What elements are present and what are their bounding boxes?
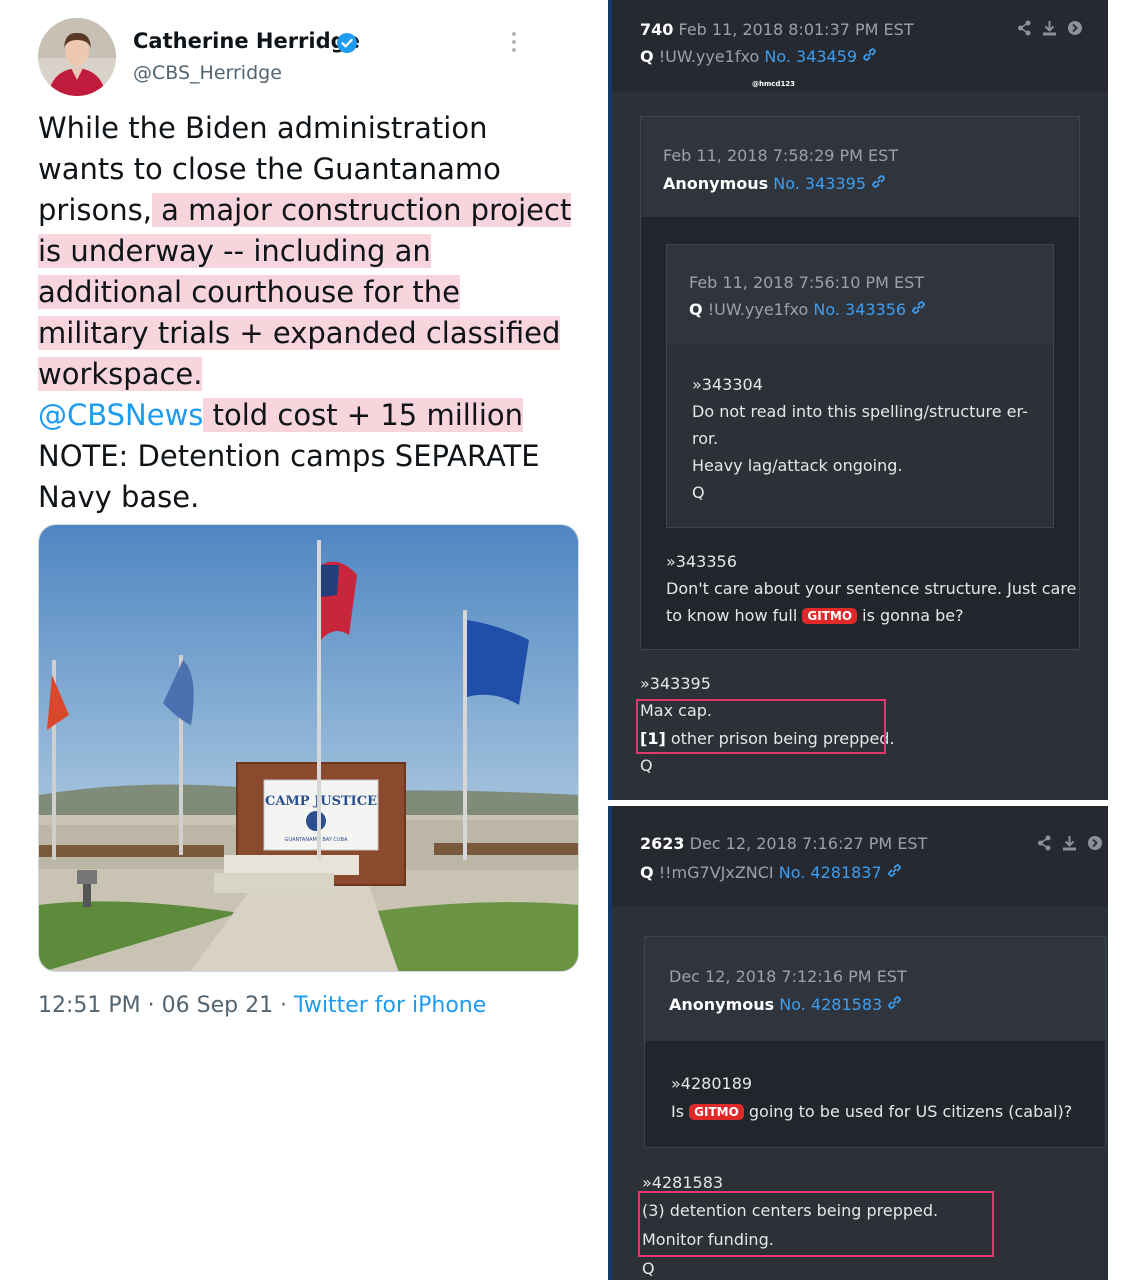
link-icon[interactable] [862,47,877,62]
download-icon[interactable] [1062,835,1077,851]
verified-badge-icon [337,33,357,53]
quoted-number-link[interactable]: No. 4281583 [779,995,882,1014]
post-author: Q [640,47,654,66]
link-icon[interactable] [911,300,926,315]
photo-scene: CAMP JUSTICE GUANTANAMO BAY CUBA [39,525,578,971]
post-tripcode: !!mG7VJxZNCI [658,863,774,882]
quoted-post-343395: Feb 11, 2018 7:58:29 PM EST Anonymous No… [640,116,1080,650]
goto-icon[interactable] [1087,835,1103,851]
share-icon[interactable] [1037,835,1052,851]
post-tripcode: !UW.yye1fxo [658,47,760,66]
tweet-meta: 12:51 PM · 06 Sep 21 · Twitter for iPhon… [38,993,486,1018]
highlighted-text-2: told cost + 15 million [203,398,524,432]
post-line: ror. [692,429,719,448]
post-header [612,806,1108,906]
quoted-date: Dec 12, 2018 7:12:16 PM EST [669,967,907,986]
quoted-number-link[interactable]: No. 343395 [773,174,866,193]
quoted-tripcode-2: !UW.yye1fxo [707,300,809,319]
post-line-part: is gonna be? [857,606,964,625]
tweet-text: While the Biden administration wants to … [38,108,578,518]
post-date: Dec 12, 2018 7:16:27 PM EST [689,834,928,853]
post-line: to know how full GITMO is gonna be? [666,606,964,625]
gitmo-tag: GITMO [802,608,858,624]
tweet-timestamp[interactable]: 12:51 PM · 06 Sep 21 · [38,993,294,1018]
post-number-link[interactable]: No. 4281837 [779,863,882,882]
gitmo-tag: GITMO [689,1104,744,1120]
download-icon[interactable] [1042,20,1057,36]
post-actions [1012,20,1083,40]
quote-ref[interactable]: »4281583 [642,1173,723,1192]
post-line-part: to know how full [666,606,803,625]
post-signature: Q [640,756,653,775]
quoted-author: Anonymous [669,995,775,1014]
post-author: Q [640,863,654,882]
quoted-author: Anonymous [663,174,769,193]
post-number: 740 [640,20,674,39]
mention-link[interactable]: @CBSNews [38,398,203,432]
quoted-post-343356: Feb 11, 2018 7:56:10 PM EST Q !UW.yye1fx… [666,244,1054,528]
post-date: Feb 11, 2018 8:01:37 PM EST [678,20,914,39]
quoted-date: Feb 11, 2018 7:58:29 PM EST [663,146,899,165]
link-icon[interactable] [887,863,902,878]
post-line: Heavy lag/attack ongoing. [692,456,903,475]
highlight-box [636,699,886,754]
quoted-number-link-2[interactable]: No. 343356 [813,300,906,319]
post-line: Do not read into this spelling/structure… [692,402,1028,421]
goto-icon[interactable] [1067,20,1083,36]
post-line-part: going to be used for US citizens (cabal)… [743,1102,1073,1121]
share-icon[interactable] [1017,20,1032,36]
quote-ref[interactable]: »343304 [692,375,763,394]
photo-sign-title: CAMP JUSTICE [265,794,377,809]
post-number: 2623 [640,834,685,853]
more-options-icon[interactable] [506,28,522,56]
watermark: @hmcd123 [752,80,796,88]
author-avatar[interactable] [38,18,116,96]
q-post-740: 740 Feb 11, 2018 8:01:37 PM EST Q !UW.yy… [608,0,1108,800]
quote-ref[interactable]: »343395 [640,674,711,693]
quoted-date-2: Feb 11, 2018 7:56:10 PM EST [689,273,925,292]
author-name[interactable]: Catherine Herridge [133,29,360,53]
q-post-2623: 2623 Dec 12, 2018 7:16:27 PM EST Q !!mG7… [608,806,1108,1280]
post-signature: Q [642,1259,655,1278]
link-icon[interactable] [871,174,886,189]
tweet-photo[interactable]: CAMP JUSTICE GUANTANAMO BAY CUBA [38,524,579,972]
author-handle[interactable]: @CBS_Herridge [133,62,282,84]
post-line: Don't care about your sentence structure… [666,579,1077,598]
post-actions [1032,835,1103,855]
post-line: Is GITMO going to be used for US citizen… [671,1102,1072,1121]
tweet-text-note: NOTE: Detention camps SEPARATE Navy base… [38,439,540,514]
quote-ref[interactable]: »343356 [666,552,737,571]
post-header [612,0,1108,92]
post-number-link[interactable]: No. 343459 [764,47,857,66]
quoted-post-4281583: Dec 12, 2018 7:12:16 PM EST Anonymous No… [644,936,1106,1148]
link-icon[interactable] [887,995,902,1010]
post-line-part: Is [671,1102,690,1121]
quoted-author-2: Q [689,300,703,319]
tweet-source-link[interactable]: Twitter for iPhone [294,993,486,1018]
tweet-card: Catherine Herridge @CBS_Herridge While t… [0,0,600,1280]
highlight-box [638,1191,994,1257]
quote-ref[interactable]: »4280189 [671,1074,752,1093]
post-signature: Q [692,483,705,502]
photo-sign-subtitle: GUANTANAMO BAY CUBA [285,837,348,843]
